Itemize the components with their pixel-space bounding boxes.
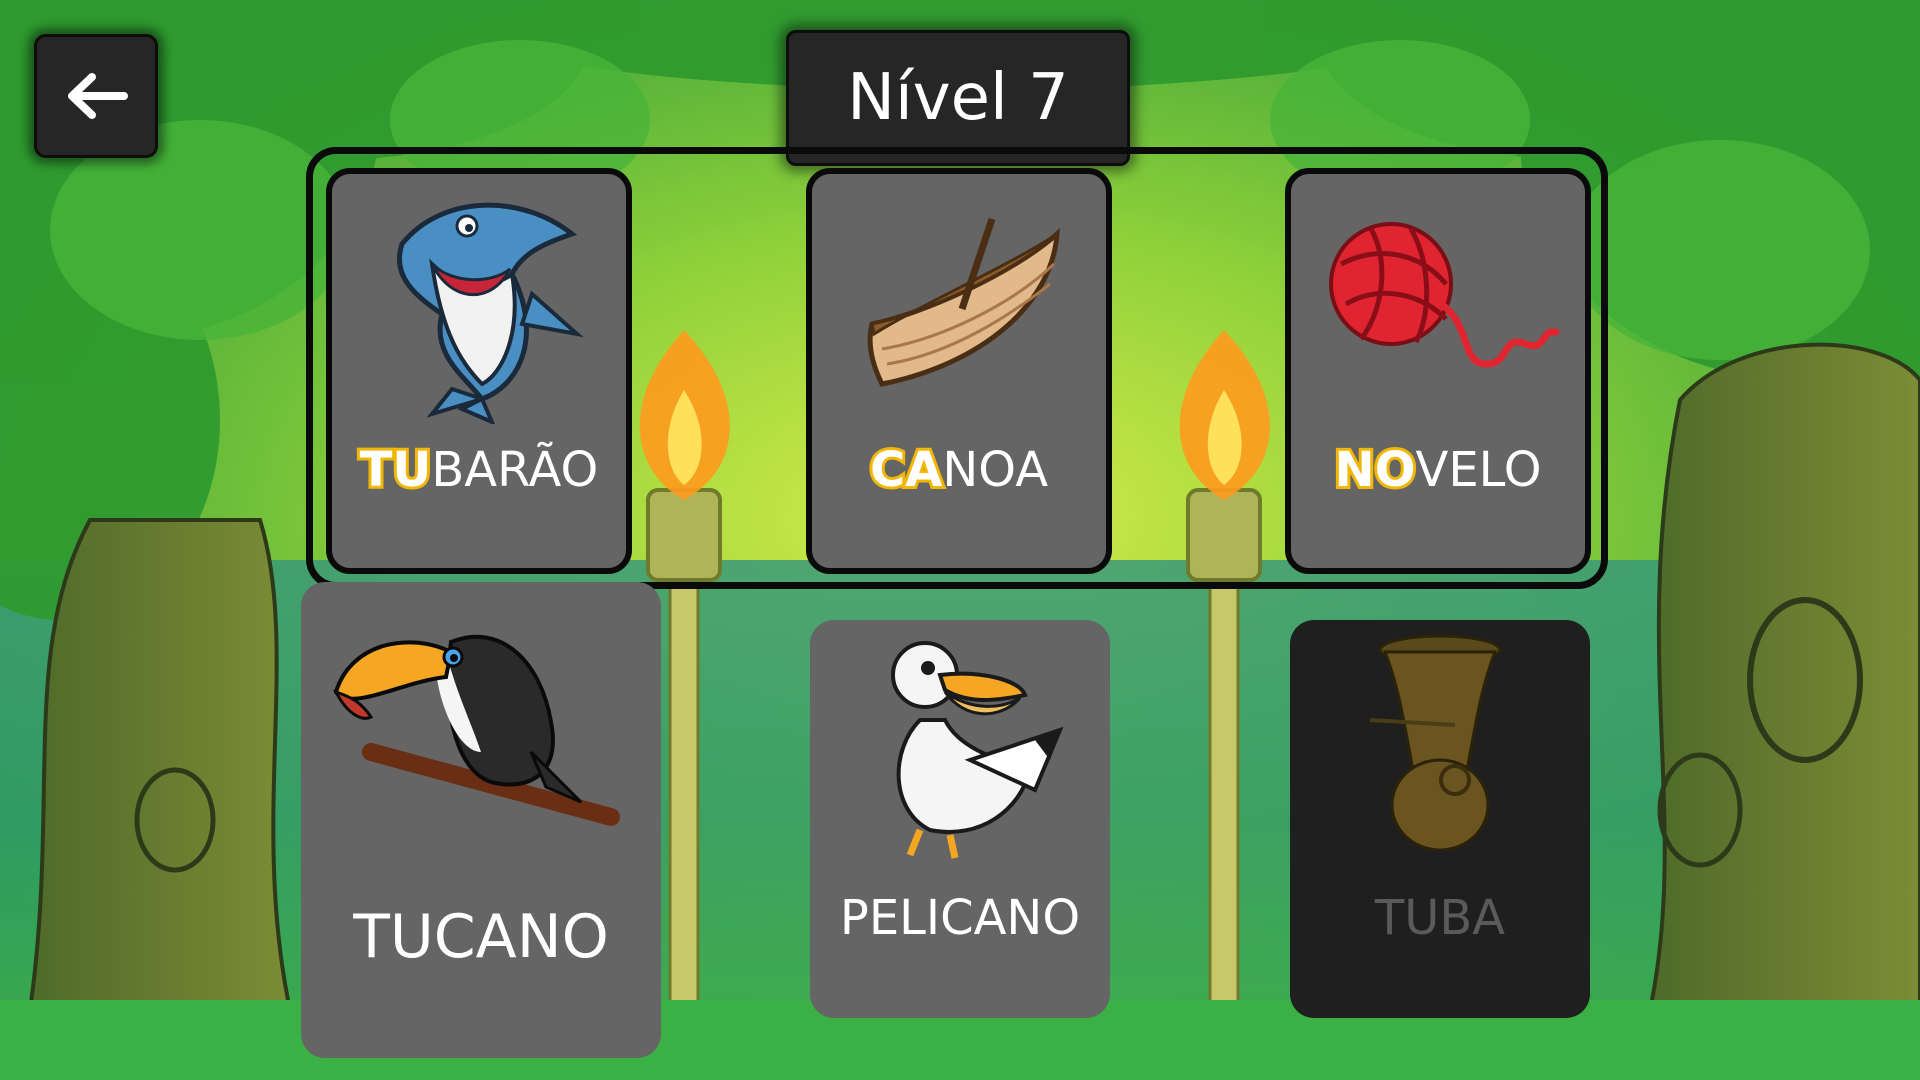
option-word: TUCANO [353, 902, 609, 972]
target-card-canoe: CANOA [806, 168, 1112, 574]
option-word: TUBA [1374, 890, 1506, 946]
tuba-image [1369, 634, 1502, 852]
highlighted-syllable: CA [867, 439, 945, 501]
target-card-shark: TUBARÃO [326, 168, 632, 574]
level-title-box: Nível 7 [786, 30, 1130, 166]
pelican-image [891, 641, 1064, 859]
target-card-yarn: NOVELO [1285, 168, 1591, 574]
option-word: PELICANO [839, 890, 1081, 946]
level-title: Nível 7 [847, 61, 1069, 135]
back-button[interactable] [34, 34, 158, 158]
word-rest: NOA [942, 442, 1049, 498]
shark-image [396, 202, 584, 424]
highlighted-syllable: TU [357, 439, 435, 501]
target-word-novelo: NOVELO [1291, 439, 1585, 501]
option-card-tuba: TUBA [1290, 620, 1590, 1018]
canoe-image [867, 217, 1060, 387]
word-rest: VELO [1415, 442, 1542, 498]
target-word-canoa: CANOA [812, 439, 1106, 501]
option-card-pelican[interactable]: PELICANO [810, 620, 1110, 1018]
highlighted-syllable: NO [1332, 439, 1419, 501]
option-card-toucan[interactable]: TUCANO [301, 582, 661, 1058]
word-rest: BARÃO [431, 442, 599, 498]
arrow-left-icon [68, 73, 128, 119]
yarn-ball-image [1329, 222, 1560, 368]
target-word-tubarao: TUBARÃO [332, 439, 626, 501]
toucan-image [333, 634, 620, 826]
